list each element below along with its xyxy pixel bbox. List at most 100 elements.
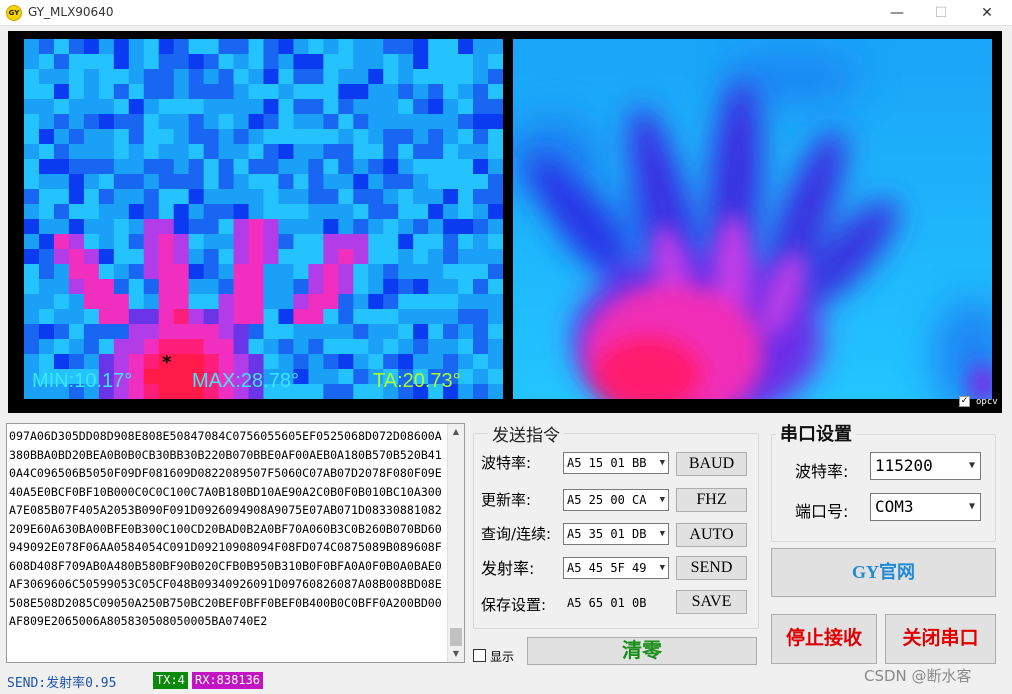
thermal-pixel	[173, 249, 190, 265]
thermal-pixel	[458, 219, 474, 235]
thermal-pixel	[473, 204, 489, 220]
thermal-pixel	[38, 99, 55, 115]
thermal-pixel	[428, 234, 444, 250]
thermal-pixel	[83, 39, 100, 55]
thermal-pixel	[368, 279, 384, 295]
thermal-pixel	[323, 219, 339, 235]
thermal-pixel	[38, 309, 55, 325]
thermal-pixel	[488, 294, 503, 310]
thermal-pixel	[218, 339, 235, 355]
thermal-pixel	[443, 84, 459, 100]
thermal-pixel	[38, 294, 55, 310]
stop-receive-button[interactable]: 停止接收	[771, 614, 877, 664]
thermal-pixel	[488, 159, 503, 175]
thermal-pixel	[188, 174, 205, 190]
thermal-pixel	[353, 354, 369, 370]
show-checkbox[interactable]	[473, 649, 486, 662]
thermal-pixel	[68, 189, 85, 205]
thermal-pixel	[128, 249, 145, 265]
thermal-pixel	[98, 144, 115, 160]
thermal-pixel	[38, 354, 55, 370]
thermal-pixel	[263, 234, 280, 250]
log-scrollbar[interactable]: ▲ ▼	[447, 424, 464, 662]
thermal-pixel	[98, 54, 115, 70]
opcv-checkbox[interactable]: ✓	[959, 396, 970, 407]
maximize-button[interactable]: ☐	[918, 0, 964, 26]
baud-cmd-select[interactable]: A5 15 01 BB ▼	[563, 452, 669, 474]
thermal-pixel	[383, 204, 399, 220]
thermal-pixel	[293, 114, 310, 130]
thermal-pixel	[98, 204, 115, 220]
thermal-pixel	[203, 54, 220, 70]
thermal-pixel	[98, 39, 115, 55]
close-port-button[interactable]: 关闭串口	[885, 614, 996, 664]
thermal-pixel	[248, 174, 265, 190]
clear-button[interactable]: 清零	[527, 637, 757, 665]
thermal-pixel	[158, 204, 175, 220]
minimize-button[interactable]: —	[874, 0, 920, 26]
ambient-temp-label: TA:20.73°	[373, 370, 461, 392]
scroll-up-icon[interactable]: ▲	[448, 424, 464, 440]
thermal-pixel	[248, 294, 265, 310]
thermal-pixel	[113, 279, 130, 295]
thermal-pixel	[53, 144, 70, 160]
gy-website-button[interactable]: GY官网	[771, 548, 996, 597]
query-cmd-select[interactable]: A5 35 01 DB ▼	[563, 523, 669, 545]
thermal-pixel	[383, 249, 399, 265]
received-data-text: 097A06D305DD08D908E808E50847084C07560556…	[9, 429, 442, 628]
send-button[interactable]: SEND	[676, 556, 747, 580]
thermal-pixel	[98, 294, 115, 310]
thermal-pixel	[458, 279, 474, 295]
thermal-pixel	[278, 294, 295, 310]
thermal-pixel	[293, 189, 310, 205]
scroll-thumb[interactable]	[450, 628, 462, 646]
thermal-pixel	[203, 324, 220, 340]
baud-cmd-label: 波特率:	[481, 454, 532, 472]
save-button[interactable]: SAVE	[676, 590, 747, 614]
thermal-pixel	[488, 369, 503, 385]
thermal-pixel	[98, 309, 115, 325]
emissivity-cmd-select[interactable]: A5 45 5F 49 ▼	[563, 557, 669, 579]
thermal-pixel	[428, 129, 444, 145]
thermal-pixel	[248, 264, 265, 280]
thermal-pixel	[473, 39, 489, 55]
thermal-pixel	[398, 249, 414, 265]
thermal-pixel	[338, 309, 354, 325]
thermal-pixel	[83, 249, 100, 265]
thermal-pixel	[143, 384, 160, 399]
thermal-pixel	[128, 129, 145, 145]
rate-cmd-select[interactable]: A5 25 00 CA ▼	[563, 489, 669, 511]
thermal-pixel	[68, 159, 85, 175]
thermal-pixel	[383, 159, 399, 175]
thermal-pixel	[308, 339, 324, 355]
auto-button[interactable]: AUTO	[676, 523, 747, 547]
thermal-pixel	[398, 309, 414, 325]
thermal-pixel	[218, 114, 235, 130]
thermal-pixel	[188, 309, 205, 325]
thermal-pixel	[53, 99, 70, 115]
thermal-pixel	[308, 279, 324, 295]
thermal-pixel	[53, 84, 70, 100]
serial-baud-select[interactable]: 115200 ▼	[870, 452, 981, 480]
thermal-pixel	[383, 279, 399, 295]
thermal-pixel	[473, 144, 489, 160]
status-send-text: SEND:发射率0.95	[7, 676, 117, 691]
thermal-pixel	[24, 354, 40, 370]
thermal-pixel	[293, 54, 310, 70]
fhz-button[interactable]: FHZ	[676, 488, 747, 512]
thermal-pixel	[128, 69, 145, 85]
thermal-pixel	[293, 354, 310, 370]
thermal-pixel	[233, 339, 250, 355]
chevron-down-icon: ▼	[968, 460, 975, 471]
thermal-pixel	[338, 129, 354, 145]
thermal-pixel	[488, 114, 503, 130]
received-data-log[interactable]: 097A06D305DD08D908E808E50847084C07560556…	[6, 423, 465, 663]
thermal-pixel	[98, 84, 115, 100]
watermark: CSDN @断水客	[864, 667, 972, 685]
close-window-button[interactable]: ✕	[964, 0, 1010, 26]
baud-button[interactable]: BAUD	[676, 452, 747, 476]
thermal-pixel	[473, 294, 489, 310]
thermal-pixel	[203, 234, 220, 250]
scroll-down-icon[interactable]: ▼	[448, 646, 464, 662]
serial-port-select[interactable]: COM3 ▼	[870, 493, 981, 521]
